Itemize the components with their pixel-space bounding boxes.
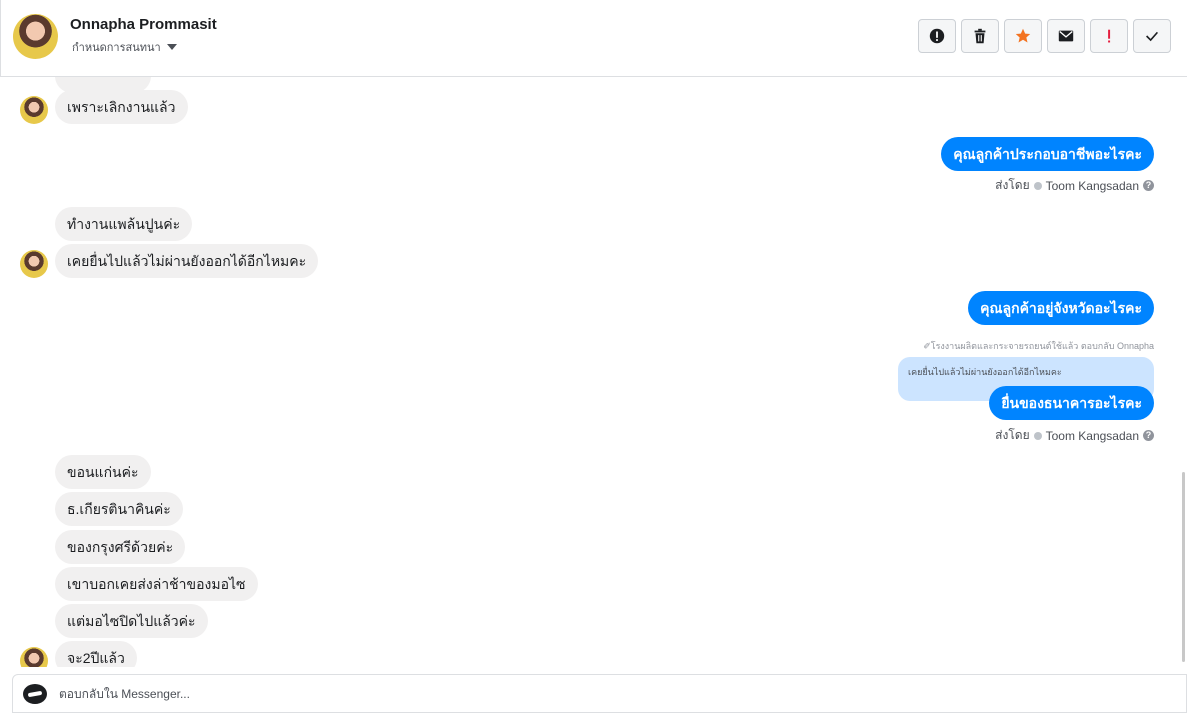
incoming-message[interactable]: เพราะเลิกงานแล้ว [55, 90, 188, 124]
trash-icon [974, 28, 986, 44]
incoming-message[interactable]: ขอนแก่นค่ะ [55, 455, 151, 489]
alert-circle-icon [929, 28, 945, 44]
mark-spam-button[interactable] [918, 19, 956, 53]
envelope-icon [1058, 30, 1074, 42]
incoming-message[interactable]: เขาบอกเคยส่งล่าช้าของมอไซ [55, 567, 258, 601]
conversation-settings-label: กำหนดการสนทนา [72, 42, 161, 54]
help-icon[interactable]: ? [1143, 430, 1154, 441]
thread-scrollbar[interactable] [1181, 77, 1187, 667]
reply-context-note: ✐โรงงานผลิตและกระจายรถยนต์ใช้แล้ว ตอบกลั… [923, 341, 1154, 351]
contact-avatar-small [20, 96, 48, 124]
conversation-settings-dropdown[interactable]: กำหนดการสนทนา [72, 38, 177, 56]
contact-avatar-small [20, 250, 48, 278]
contact-avatar[interactable] [13, 14, 58, 59]
sent-by-prefix: ส่งโดย [995, 178, 1030, 192]
conversation-header: Onnapha Prommasit กำหนดการสนทนา [0, 0, 1187, 77]
mark-done-button[interactable] [1133, 19, 1171, 53]
agent-status-icon [1033, 431, 1042, 440]
conversation-toolbar [918, 19, 1171, 53]
help-icon[interactable]: ? [1143, 180, 1154, 191]
page-logo-icon [23, 684, 47, 704]
sent-by-line: ส่งโดย Toom Kangsadan ? [995, 176, 1154, 195]
sent-by-prefix: ส่งโดย [995, 428, 1030, 442]
scrollbar-thumb[interactable] [1182, 472, 1185, 662]
caret-down-icon [166, 44, 177, 50]
incoming-message[interactable]: ธ.เกียรตินาคินค่ะ [55, 492, 183, 526]
follow-up-button[interactable] [1090, 19, 1128, 53]
check-icon [1146, 31, 1159, 42]
delete-button[interactable] [961, 19, 999, 53]
agent-name[interactable]: Toom Kangsadan [1046, 429, 1139, 443]
star-icon [1015, 28, 1031, 43]
message-thread[interactable]: เพราะเลิกงานแล้ว คุณลูกค้าประกอบอาชีพอะไ… [0, 77, 1180, 667]
mark-unread-button[interactable] [1047, 19, 1085, 53]
incoming-message[interactable]: แต่มอไซปิดไปแล้วค่ะ [55, 604, 208, 638]
reply-composer [12, 674, 1187, 713]
agent-status-icon [1033, 181, 1042, 190]
incoming-message[interactable]: เคยยื่นไปแล้วไม่ผ่านยังออกได้อีกไหมคะ [55, 244, 319, 278]
star-button[interactable] [1004, 19, 1042, 53]
contact-name[interactable]: Onnapha Prommasit [70, 16, 217, 33]
reply-input[interactable] [59, 683, 1159, 705]
exclamation-icon [1108, 29, 1111, 43]
outgoing-message[interactable]: ยื่นของธนาคารอะไรคะ [989, 386, 1154, 420]
agent-name[interactable]: Toom Kangsadan [1046, 179, 1139, 193]
outgoing-message[interactable]: คุณลูกค้าประกอบอาชีพอะไรคะ [941, 137, 1154, 171]
contact-avatar-small [20, 647, 48, 667]
outgoing-message[interactable]: คุณลูกค้าอยู่จังหวัดอะไรคะ [968, 291, 1154, 325]
incoming-message[interactable]: ทำงานแพล้นปูนค่ะ [55, 207, 193, 241]
incoming-message[interactable]: ของกรุงศรีด้วยค่ะ [55, 530, 186, 564]
sent-by-line: ส่งโดย Toom Kangsadan ? [995, 426, 1154, 445]
incoming-message[interactable]: จะ2ปีแล้ว [55, 641, 137, 667]
